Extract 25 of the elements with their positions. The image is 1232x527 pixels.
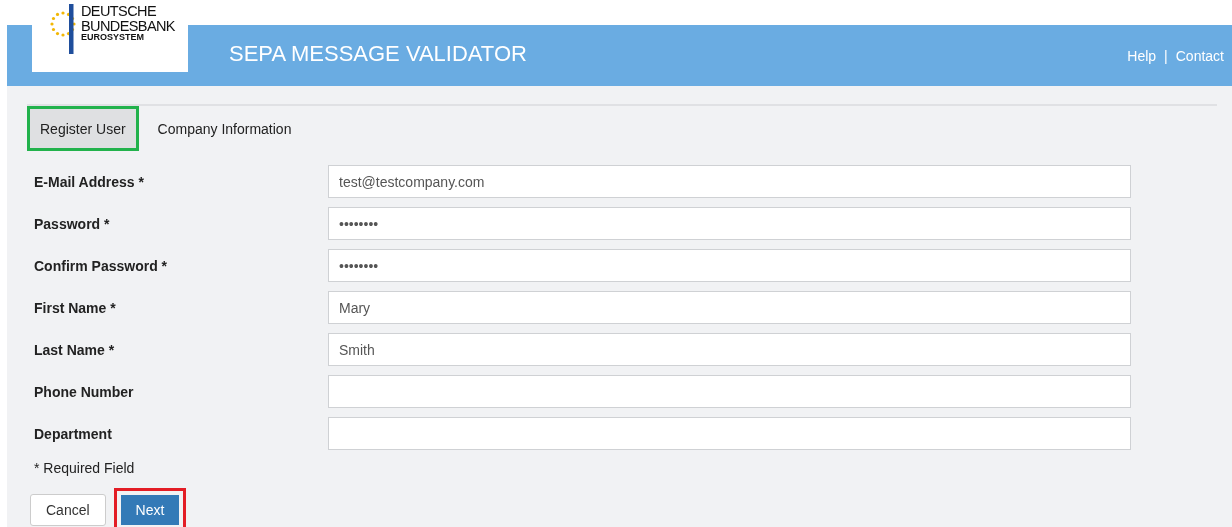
field-label: E-Mail Address * bbox=[33, 173, 145, 190]
logo-text: BUNDESBANK bbox=[81, 18, 175, 33]
input-field[interactable] bbox=[328, 375, 1131, 408]
field-label: Phone Number bbox=[33, 383, 135, 400]
input-field[interactable]: Smith bbox=[328, 333, 1131, 366]
app-title: SEPA MESSAGE VALIDATOR bbox=[229, 40, 527, 67]
cancel-button[interactable]: Cancel bbox=[30, 494, 106, 526]
input-field[interactable]: test@testcompany.com bbox=[328, 165, 1131, 198]
field-label: Confirm Password * bbox=[33, 257, 169, 274]
logo-subtext: EUROSYSTEM bbox=[81, 33, 145, 42]
next-button[interactable]: Next bbox=[113, 488, 187, 527]
field-label: Department bbox=[33, 425, 113, 442]
input-field[interactable]: Mary bbox=[328, 291, 1131, 324]
input-field[interactable] bbox=[328, 417, 1131, 450]
required-note: * Required Field bbox=[34, 460, 136, 476]
tab[interactable]: Register User bbox=[27, 106, 139, 151]
star-circle-logo-icon bbox=[48, 4, 78, 54]
link-separator: | bbox=[1164, 47, 1168, 64]
input-field[interactable]: •••••••• bbox=[328, 249, 1131, 282]
field-label: First Name * bbox=[33, 299, 117, 316]
field-label: Last Name * bbox=[33, 341, 116, 358]
input-field[interactable]: •••••••• bbox=[328, 207, 1131, 240]
logo-text: DEUTSCHE bbox=[81, 4, 157, 19]
field-label: Password * bbox=[33, 215, 111, 232]
tab[interactable]: Company Information bbox=[144, 106, 305, 151]
